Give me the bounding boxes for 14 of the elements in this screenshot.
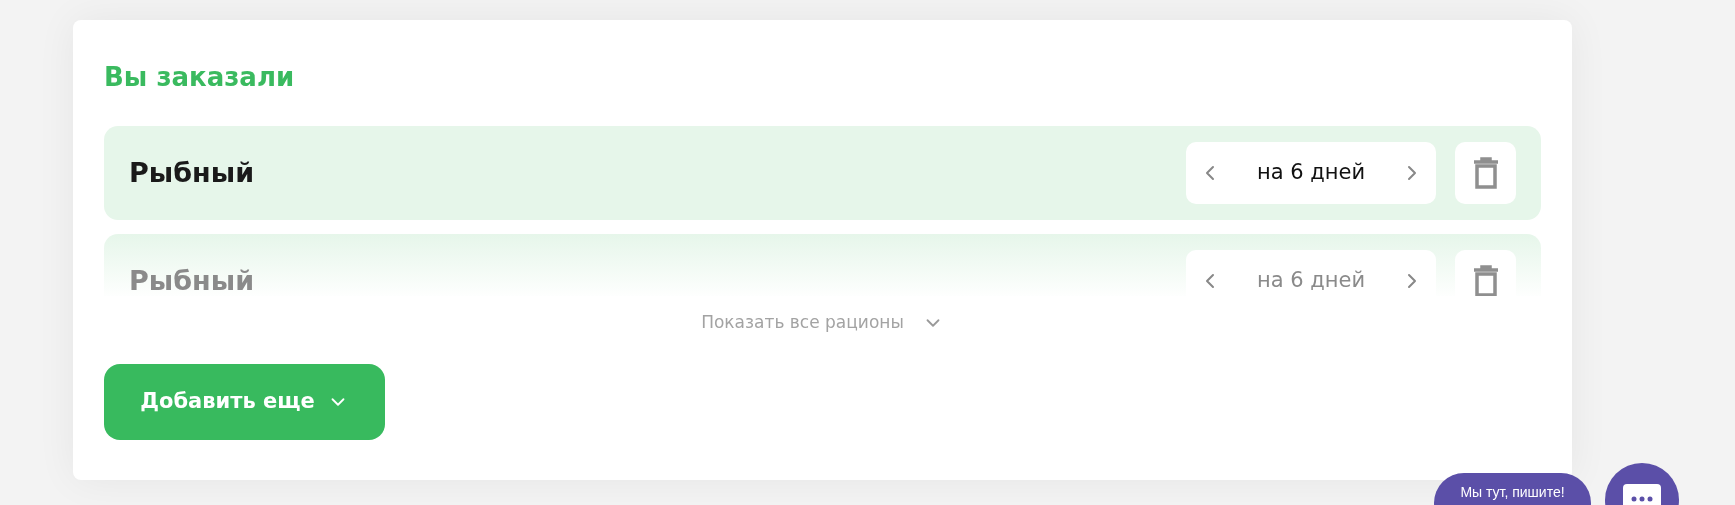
item-name: Рыбный: [129, 155, 255, 190]
chat-label[interactable]: Мы тут, пишите!: [1434, 473, 1591, 505]
duration-value: на 6 дней: [1256, 267, 1366, 295]
chat-icon: [1623, 484, 1661, 505]
section-title: Вы заказали: [104, 61, 296, 94]
item-name: Рыбный: [129, 263, 255, 296]
add-more-button[interactable]: Добавить еще: [104, 363, 385, 440]
delete-button[interactable]: [1455, 250, 1516, 296]
show-all-link[interactable]: Показать все рационы: [701, 310, 944, 336]
duration-value: на 6 дней: [1256, 159, 1366, 187]
trash-icon: [1472, 265, 1499, 296]
trash-icon: [1472, 157, 1499, 189]
delete-button[interactable]: [1455, 142, 1516, 204]
duration-stepper[interactable]: на 6 дней: [1186, 142, 1436, 204]
